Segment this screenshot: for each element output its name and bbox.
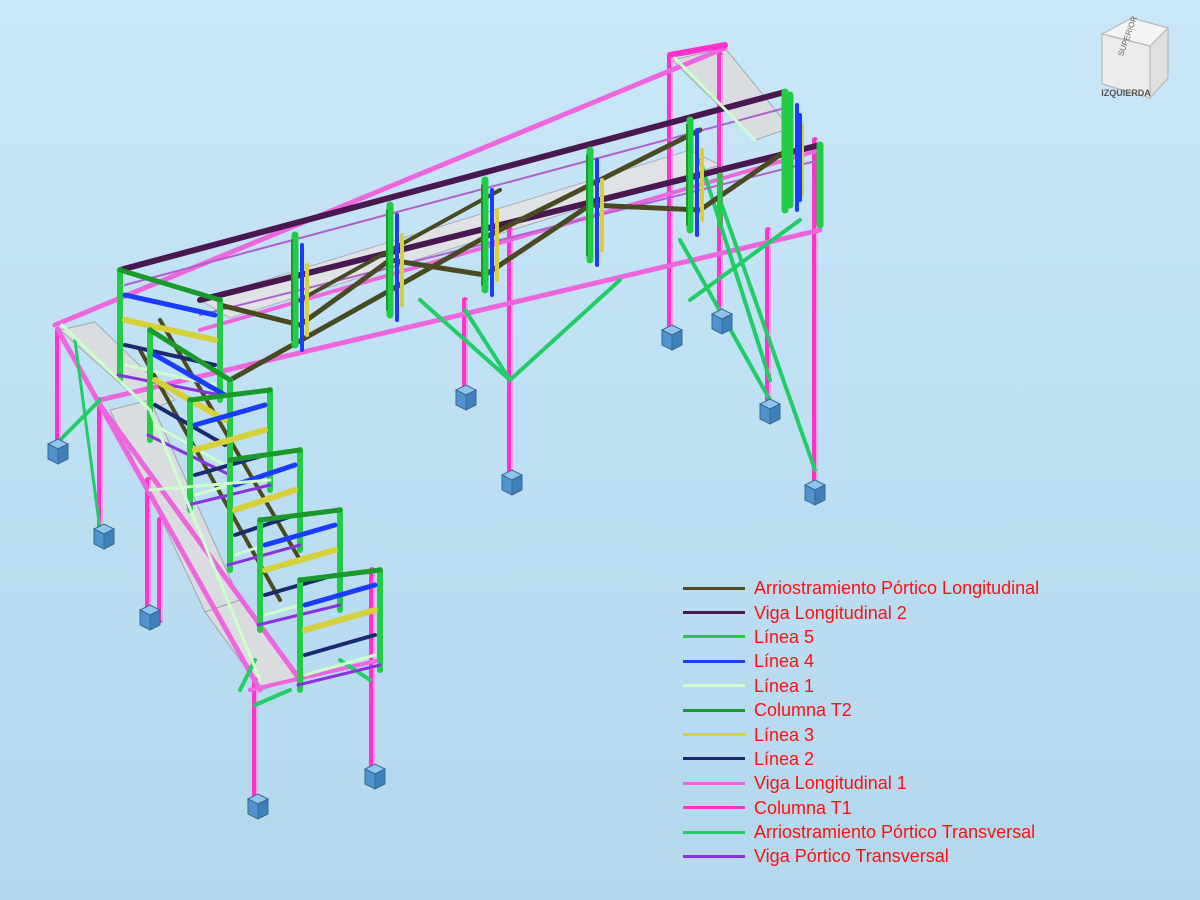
linea-1 <box>148 408 262 682</box>
legend-label: Viga Longitudinal 2 <box>754 602 907 623</box>
arriostramiento-transversal <box>688 218 802 302</box>
legend-item: Línea 1 <box>683 674 1103 698</box>
legend-item: Columna T1 <box>683 796 1103 820</box>
legend-swatch <box>683 830 745 834</box>
legend-label: Viga Longitudinal 1 <box>754 773 907 794</box>
legend-item: Viga Longitudinal 2 <box>683 600 1103 624</box>
legend-label: Línea 5 <box>754 626 815 647</box>
legend-label: Arriostramiento Pórtico Longitudinal <box>754 578 1040 599</box>
arriostramiento-longitudinal <box>587 202 703 213</box>
legend-swatch <box>683 586 745 590</box>
legend-item: Arriostramiento Pórtico Longitudinal <box>683 576 1103 600</box>
legend-swatch <box>683 659 745 663</box>
legend-label: Línea 4 <box>754 651 815 672</box>
legend-label: Línea 2 <box>754 748 815 769</box>
legend-item: Viga Pórtico Transversal <box>683 844 1103 868</box>
legend-label: Arriostramiento Pórtico Transversal <box>754 822 1036 843</box>
legend-item: Línea 3 <box>683 722 1103 746</box>
arriostramiento-transversal <box>698 158 772 382</box>
legend-swatch <box>683 781 745 785</box>
legend-label: Columna T1 <box>754 797 852 818</box>
legend-swatch <box>683 708 745 712</box>
legend-label: Línea 3 <box>754 724 815 745</box>
legend-swatch <box>683 757 745 761</box>
legend-label: Viga Pórtico Transversal <box>754 846 949 867</box>
legend-label: Línea 1 <box>754 675 815 696</box>
legend-swatch <box>683 611 745 615</box>
legend-swatch <box>683 684 745 688</box>
legend-swatch <box>683 635 745 639</box>
view-cube-icon: SUPERIOR IZQUIERDA <box>1100 15 1170 100</box>
arriostramiento-transversal <box>73 338 102 532</box>
view-cube[interactable]: SUPERIOR IZQUIERDA <box>1090 12 1174 102</box>
legend-swatch <box>683 733 745 737</box>
legend-item: Línea 2 <box>683 747 1103 771</box>
legend: Arriostramiento Pórtico Longitudinal Viga… <box>683 576 1103 869</box>
legend-swatch <box>683 806 745 810</box>
arriostramiento-transversal <box>58 398 102 442</box>
legend-item: Línea 4 <box>683 649 1103 673</box>
linea-3 <box>232 487 298 513</box>
legend-item: Columna T2 <box>683 698 1103 722</box>
arriostramiento-transversal <box>508 278 622 382</box>
view-cube-left-label[interactable]: IZQUIERDA <box>1101 88 1151 98</box>
legend-item: Viga Longitudinal 1 <box>683 771 1103 795</box>
legend-swatch <box>683 854 745 858</box>
linea-2 <box>303 633 377 657</box>
legend-item: Arriostramiento Pórtico Transversal <box>683 820 1103 844</box>
legend-label: Columna T2 <box>754 700 852 721</box>
legend-item: Línea 5 <box>683 625 1103 649</box>
